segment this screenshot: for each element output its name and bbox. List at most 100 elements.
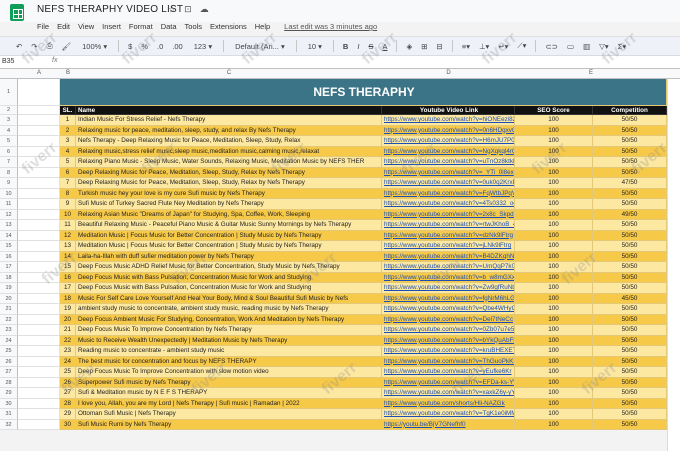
cell-a[interactable]: [18, 272, 60, 283]
cell-seo[interactable]: 100: [515, 136, 593, 147]
header-competition[interactable]: Competition: [593, 106, 667, 115]
cell-name[interactable]: Relaxing Piano Music - Sleep Music, Wate…: [76, 157, 382, 168]
cell-name[interactable]: Deep Focus Music To Improve Concentratio…: [76, 367, 382, 378]
cell-seo[interactable]: 100: [515, 125, 593, 136]
cell-seo[interactable]: 100: [515, 230, 593, 241]
cell-a[interactable]: [18, 115, 60, 126]
cell-competition[interactable]: 50/50: [593, 356, 667, 367]
strikethrough-button[interactable]: S: [368, 42, 373, 51]
cell-link[interactable]: https://www.youtube.com/watch?v=H6mJU7P0…: [382, 136, 515, 147]
cell-name[interactable]: Deep Focus Ambient Music For Studying, C…: [76, 314, 382, 325]
sheet-banner[interactable]: NEFS THERAPHY: [60, 79, 667, 106]
cell-seo[interactable]: 100: [515, 409, 593, 420]
filter-icon[interactable]: ▽▾: [599, 42, 609, 51]
cell-link[interactable]: https://www.youtube.com/watch?v=b_w8mGXx…: [382, 272, 515, 283]
cell-competition[interactable]: 47/50: [593, 178, 667, 189]
row-number[interactable]: 30: [0, 398, 18, 409]
cell-seo[interactable]: 100: [515, 167, 593, 178]
cell-a[interactable]: [18, 304, 60, 315]
cell-a[interactable]: [18, 125, 60, 136]
cell-link[interactable]: https://www.youtube.com/watch?v=2x8c_Skp…: [382, 209, 515, 220]
cell-a[interactable]: [18, 325, 60, 336]
cell-a[interactable]: [18, 136, 60, 147]
bold-button[interactable]: B: [343, 42, 348, 51]
cell-competition[interactable]: 50/50: [593, 136, 667, 147]
italic-button[interactable]: I: [357, 42, 359, 51]
cell-name[interactable]: Sufi & Meditation music by N E F S THERA…: [76, 388, 382, 399]
cell-seo[interactable]: 100: [515, 398, 593, 409]
row-number[interactable]: 1: [0, 79, 18, 106]
cell-a[interactable]: [18, 356, 60, 367]
cell-competition[interactable]: 50/50: [593, 241, 667, 252]
cell-sl[interactable]: 25: [60, 367, 76, 378]
cell-name[interactable]: Deep Relaxing Music for Peace, Meditatio…: [76, 167, 382, 178]
column-header-e[interactable]: E: [515, 70, 667, 76]
cell-competition[interactable]: 50/50: [593, 388, 667, 399]
cell-seo[interactable]: 100: [515, 367, 593, 378]
row-number[interactable]: 26: [0, 356, 18, 367]
text-wrap-icon[interactable]: ↵▾: [498, 42, 508, 51]
cell-name[interactable]: Meditation Music | Focus Music for Bette…: [76, 230, 382, 241]
last-edit-link[interactable]: Last edit was 3 minutes ago: [284, 22, 377, 34]
cell-a[interactable]: [18, 283, 60, 294]
cell-empty[interactable]: [18, 106, 60, 115]
cell-competition[interactable]: 50/50: [593, 262, 667, 273]
cell-link[interactable]: https://www.youtube.com/watch?v=0uk0q2Kr…: [382, 178, 515, 189]
cell-seo[interactable]: 100: [515, 272, 593, 283]
cell-a[interactable]: [18, 146, 60, 157]
cell-link[interactable]: https://www.youtube.com/watch?v=TgK1e0iM…: [382, 409, 515, 420]
cell-competition[interactable]: 50/50: [593, 167, 667, 178]
cell-sl[interactable]: 30: [60, 419, 76, 430]
cell-sl[interactable]: 29: [60, 409, 76, 420]
cell-sl[interactable]: 10: [60, 209, 76, 220]
borders-icon[interactable]: ⊞: [421, 42, 427, 51]
cell-name[interactable]: Meditation Music | Focus Music for Bette…: [76, 241, 382, 252]
cell-competition[interactable]: 50/50: [593, 398, 667, 409]
cell-sl[interactable]: 14: [60, 251, 76, 262]
cell-a[interactable]: [18, 419, 60, 430]
cell-link[interactable]: https://www.youtube.com/watch?v=dzNk9lFt…: [382, 230, 515, 241]
cell-competition[interactable]: 50/50: [593, 115, 667, 126]
cell-seo[interactable]: 100: [515, 283, 593, 294]
column-header-d[interactable]: D: [382, 70, 515, 76]
cell-competition[interactable]: 50/50: [593, 304, 667, 315]
cell-sl[interactable]: 4: [60, 146, 76, 157]
cell-competition[interactable]: 45/50: [593, 293, 667, 304]
cell-name[interactable]: Relaxing Asian Music "Dreams of Japan" f…: [76, 209, 382, 220]
cell-name[interactable]: Relaxing music,stress relief music,sleep…: [76, 146, 382, 157]
column-header-b[interactable]: B: [60, 70, 76, 76]
cell-a[interactable]: [18, 199, 60, 210]
cell-sl[interactable]: 12: [60, 230, 76, 241]
increase-decimal-button[interactable]: .00: [172, 42, 182, 51]
row-number[interactable]: 9: [0, 178, 18, 189]
menu-view[interactable]: View: [78, 22, 94, 34]
number-format-select[interactable]: 123 ▾: [192, 41, 214, 52]
cell-sl[interactable]: 24: [60, 356, 76, 367]
cell-link[interactable]: https://www.youtube.com/watch?v=bYkQuAbF…: [382, 335, 515, 346]
cell-seo[interactable]: 100: [515, 419, 593, 430]
cell-sl[interactable]: 22: [60, 335, 76, 346]
cell-link[interactable]: https://www.youtube.com/watch?v=B4DZKqhN: [382, 251, 515, 262]
cell-sl[interactable]: 26: [60, 377, 76, 388]
cell-competition[interactable]: 50/50: [593, 230, 667, 241]
cell-link[interactable]: https://www.youtube.com/watch?v=NgXqkql4…: [382, 146, 515, 157]
insert-comment-icon[interactable]: ▭: [567, 42, 574, 51]
cell-name[interactable]: Deep Focus Music with Bass Pulsation, Co…: [76, 272, 382, 283]
cell-a[interactable]: [18, 188, 60, 199]
cell-competition[interactable]: 50/50: [593, 146, 667, 157]
cell-name[interactable]: Beautiful Relaxing Music - Peaceful Pian…: [76, 220, 382, 231]
cell-a[interactable]: [18, 346, 60, 357]
row-number[interactable]: 24: [0, 335, 18, 346]
cell-link[interactable]: https://www.youtube.com/watch?v=UmQqP7k0: [382, 262, 515, 273]
cell-sl[interactable]: 11: [60, 220, 76, 231]
menu-file[interactable]: File: [37, 22, 49, 34]
menu-tools[interactable]: Tools: [185, 22, 203, 34]
cell-seo[interactable]: 100: [515, 346, 593, 357]
row-number[interactable]: 4: [0, 125, 18, 136]
cell-name[interactable]: Deep Relaxing Music for Peace, Meditatio…: [76, 178, 382, 189]
font-select[interactable]: Default (Ari... ▾: [233, 41, 287, 52]
row-number[interactable]: 29: [0, 388, 18, 399]
cell-a[interactable]: [18, 314, 60, 325]
menu-data[interactable]: Data: [161, 22, 177, 34]
cell-seo[interactable]: 100: [515, 314, 593, 325]
